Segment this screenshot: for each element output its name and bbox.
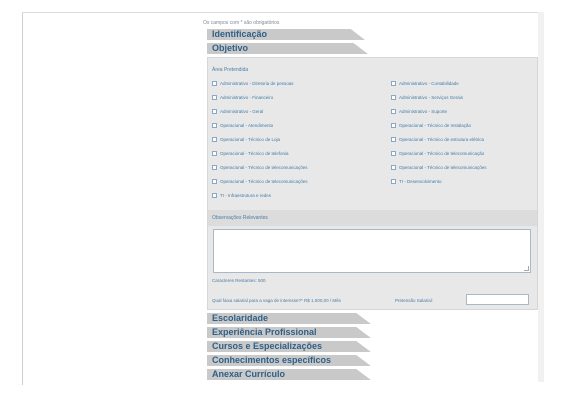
checkbox-area-left-5[interactable]: Operacional - Técnico de Loja [212, 134, 280, 144]
resize-handle-icon[interactable] [524, 266, 529, 271]
tab-escolaridade-label: Escolaridade [212, 313, 269, 323]
checkbox-label: Operacional - Técnico de telecomunicaçõe… [399, 164, 487, 170]
checkbox-box[interactable] [212, 136, 217, 142]
tab-cursos-label: Cursos e Especializações [212, 341, 323, 351]
checkbox-label: Operacional - Técnico de telecomunicaçõe… [220, 164, 308, 170]
checkbox-area-left-9[interactable]: TI - Infraestrutura e redes [212, 190, 271, 200]
page-top-border [22, 12, 542, 13]
tab-anexar[interactable]: Anexar Currículo [207, 369, 371, 380]
objetivo-panel: Área Pretendida Administrativo - Diretor… [207, 57, 538, 310]
checkbox-box[interactable] [212, 122, 217, 128]
checkbox-label: Administrativo - Geral [220, 108, 264, 114]
checkbox-area-right-5[interactable]: Operacional - Técnico de estrutura elétr… [391, 134, 484, 144]
checkbox-label: Operacional - Técnico de telecomunicação [399, 150, 485, 156]
checkbox-box[interactable] [212, 94, 217, 100]
checkbox-area-left-1[interactable]: Administrativo - Diretoria de pessoas [212, 78, 294, 88]
checkbox-label: Administrativo - Suporte [399, 108, 448, 114]
salary-input[interactable] [466, 294, 529, 305]
checkbox-box[interactable] [212, 192, 217, 198]
observacoes-textarea[interactable] [213, 229, 531, 273]
checkbox-label: Operacional - Técnico de Instalação [399, 122, 471, 128]
tab-cursos[interactable]: Cursos e Especializações [207, 341, 371, 352]
checkbox-label: Operacional - Técnico de telecomunicaçõe… [220, 178, 308, 184]
checkbox-area-left-7[interactable]: Operacional - Técnico de telecomunicaçõe… [212, 162, 307, 172]
checkbox-box[interactable] [391, 94, 396, 100]
checkbox-label: Operacional - Técnico de estrutura elétr… [399, 136, 484, 142]
checkbox-label: TI - Desenvolvimento [399, 178, 442, 184]
checkbox-area-left-8[interactable]: Operacional - Técnico de telecomunicaçõe… [212, 176, 307, 186]
observacoes-section-header: Observações Relevantes [208, 210, 537, 226]
char-counter: Caracteres Restantes: 500 [212, 278, 266, 283]
checkbox-box[interactable] [212, 108, 217, 114]
tab-conhecimentos-label: Conhecimentos específicos [212, 355, 332, 365]
checkbox-box[interactable] [212, 164, 217, 170]
checkbox-area-right-3[interactable]: Administrativo - Suporte [391, 106, 447, 116]
page-right-shade [538, 12, 544, 382]
checkbox-area-right-2[interactable]: Administrativo - Serviços Gerais [391, 92, 463, 102]
checkbox-label: Operacional - Técnico de telefonia [220, 150, 289, 156]
observacoes-title: Observações Relevantes [212, 215, 268, 221]
checkbox-box[interactable] [391, 108, 396, 114]
checkbox-box[interactable] [391, 150, 396, 156]
salary-label: Pretensão Salarial: [395, 298, 434, 303]
checkbox-area-left-4[interactable]: Operacional - Atendimento [212, 120, 273, 130]
checkbox-area-right-7[interactable]: Operacional - Técnico de telecomunicaçõe… [391, 162, 486, 172]
tab-identificacao-label: Identificação [212, 29, 268, 39]
checkbox-box[interactable] [391, 136, 396, 142]
checkbox-label: Administrativo - Financeiro [220, 94, 274, 100]
tab-objetivo-label: Objetivo [212, 43, 249, 53]
checkbox-box[interactable] [212, 80, 217, 86]
checkbox-label: Operacional - Atendimento [220, 122, 274, 128]
checkbox-label: TI - Infraestrutura e redes [220, 192, 272, 198]
area-pretendida-title: Área Pretendida [212, 67, 249, 73]
salary-question: Qual faixa salarial para a vaga de inter… [212, 298, 341, 303]
checkbox-area-right-1[interactable]: Administrativo - Contabilidade [391, 78, 459, 88]
checkbox-label: Administrativo - Diretoria de pessoas [220, 80, 294, 86]
checkbox-area-right-4[interactable]: Operacional - Técnico de Instalação [391, 120, 471, 130]
checkbox-box[interactable] [212, 178, 217, 184]
checkbox-box[interactable] [391, 178, 396, 184]
checkbox-area-left-6[interactable]: Operacional - Técnico de telefonia [212, 148, 288, 158]
page-left-border [22, 12, 23, 385]
tab-conhecimentos[interactable]: Conhecimentos específicos [207, 355, 371, 366]
checkbox-label: Administrativo - Contabilidade [399, 80, 459, 86]
tab-identificacao[interactable]: Identificação [207, 29, 365, 40]
tab-escolaridade[interactable]: Escolaridade [207, 313, 371, 324]
tab-experiencia[interactable]: Experiência Profissional [207, 327, 371, 338]
checkbox-area-right-8[interactable]: TI - Desenvolvimento [391, 176, 442, 186]
checkbox-box[interactable] [391, 164, 396, 170]
checkbox-label: Operacional - Técnico de Loja [220, 136, 280, 142]
checkbox-area-left-3[interactable]: Administrativo - Geral [212, 106, 263, 116]
required-note: Os campos com * são obrigatórios [203, 20, 280, 26]
checkbox-box[interactable] [391, 80, 396, 86]
tab-objetivo[interactable]: Objetivo [207, 43, 368, 54]
checkbox-box[interactable] [212, 150, 217, 156]
checkbox-box[interactable] [391, 122, 396, 128]
tab-anexar-label: Anexar Currículo [212, 369, 286, 379]
checkbox-area-right-6[interactable]: Operacional - Técnico de telecomunicação [391, 148, 484, 158]
checkbox-area-left-2[interactable]: Administrativo - Financeiro [212, 92, 273, 102]
checkbox-label: Administrativo - Serviços Gerais [399, 94, 464, 100]
tab-experiencia-label: Experiência Profissional [212, 327, 317, 337]
